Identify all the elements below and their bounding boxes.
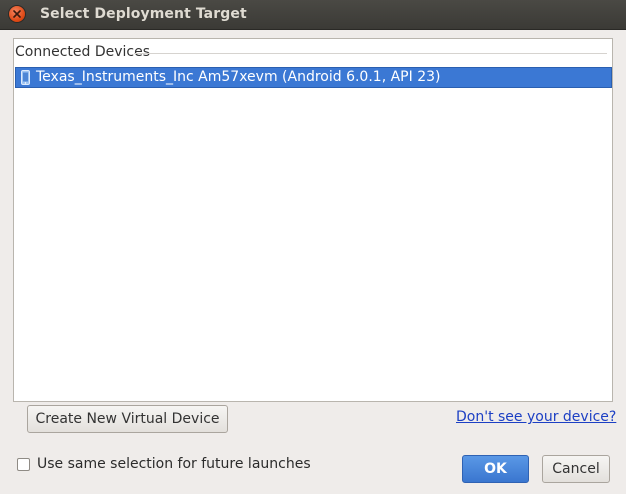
phone-icon bbox=[21, 70, 30, 85]
device-list-item[interactable]: Texas_Instruments_Inc Am57xevm (Android … bbox=[15, 67, 612, 88]
ok-button[interactable]: OK bbox=[462, 455, 529, 483]
window-title: Select Deployment Target bbox=[40, 6, 247, 22]
connected-devices-label: Connected Devices bbox=[15, 44, 157, 60]
same-selection-checkbox[interactable] bbox=[17, 458, 30, 471]
cancel-button[interactable]: Cancel bbox=[542, 455, 610, 483]
close-window-button[interactable] bbox=[9, 6, 25, 22]
connected-devices-header: Connected Devices bbox=[14, 44, 610, 62]
section-divider bbox=[134, 53, 607, 54]
device-name: Texas_Instruments_Inc Am57xevm (Android … bbox=[36, 69, 441, 85]
title-bar: Select Deployment Target bbox=[0, 0, 626, 30]
same-selection-label[interactable]: Use same selection for future launches bbox=[37, 456, 311, 472]
dont-see-device-link[interactable]: Don't see your device? bbox=[456, 409, 616, 425]
device-list-panel: Connected Devices Texas_Instruments_Inc … bbox=[13, 38, 613, 402]
close-icon bbox=[13, 10, 21, 18]
create-virtual-device-button[interactable]: Create New Virtual Device bbox=[27, 405, 228, 433]
